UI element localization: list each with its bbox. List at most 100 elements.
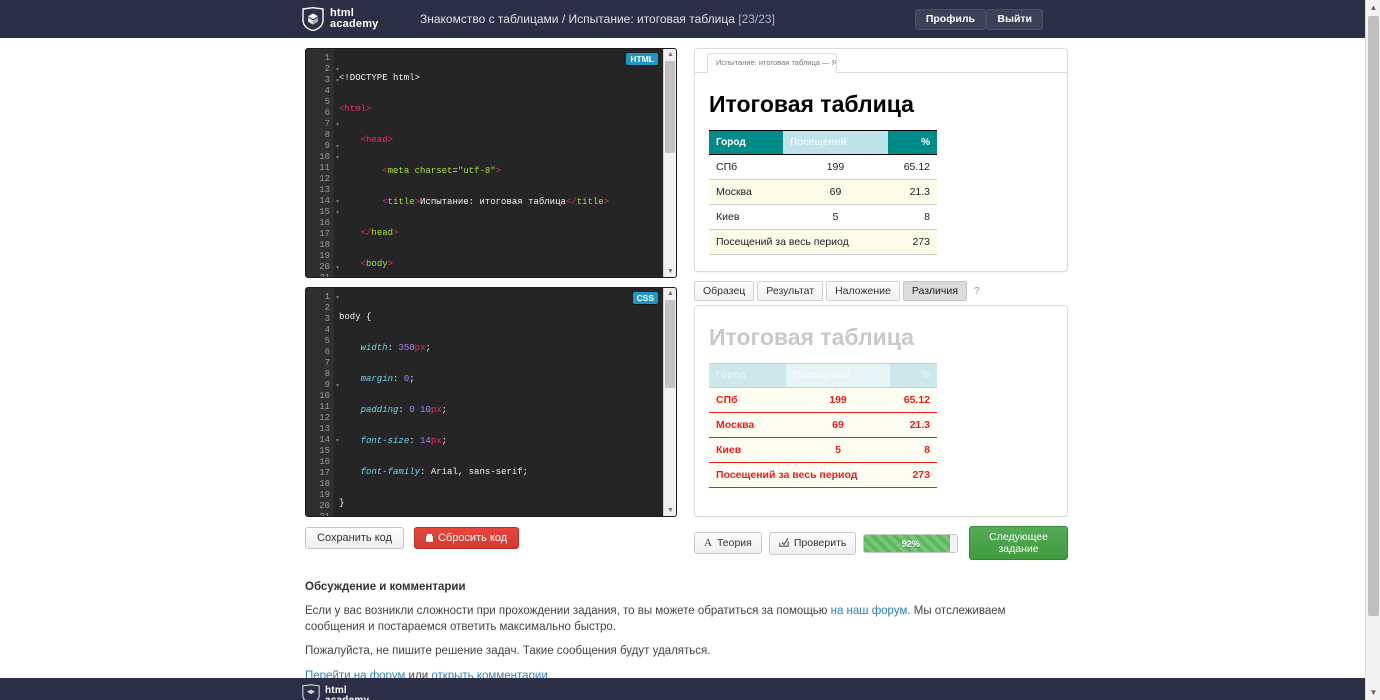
comments-title: Обсуждение и комментарии (305, 581, 466, 593)
progress-label: 92% (901, 538, 920, 549)
html-code-editor[interactable]: 12345 678910 1112131415 161718192021 <!D… (305, 48, 677, 278)
shield-logo-icon (302, 6, 324, 32)
html-language-badge: HTML (626, 53, 658, 65)
reset-code-label: Сбросить код (437, 532, 508, 544)
window-scrollbar-thumb[interactable] (1368, 16, 1379, 616)
cell-percent: 21.3 (890, 412, 937, 438)
html-code-text[interactable]: <!DOCTYPE html> <html> <head> <meta char… (339, 53, 662, 277)
breadcrumb-task: Испытание: итоговая таблица (568, 12, 735, 26)
html-line-numbers: 12345 678910 1112131415 161718192021 (306, 49, 339, 277)
diff-row: СПб 199 65.12 (709, 387, 937, 413)
table-header-row: Город Посещений % (709, 130, 937, 155)
main-content: 12345 678910 1112131415 161718192021 <!D… (0, 38, 1365, 700)
css-line-numbers: 12345 678910 1112131415 161718192021 (306, 288, 339, 516)
th-percent: % (890, 363, 937, 388)
table-total-row: Посещений за весь период 273 (709, 229, 937, 255)
check-button[interactable]: Проверить (768, 531, 857, 555)
cell-visits: 199 (786, 387, 891, 413)
window-scrollbar[interactable]: ▲ ▼ (1365, 0, 1380, 700)
result-table: Город Посещений % СПб 199 65.12 Москва 6… (709, 130, 937, 255)
tab-sample[interactable]: Образец (694, 281, 755, 301)
th-city: Город (709, 363, 786, 388)
tab-differences[interactable]: Различия (902, 281, 967, 301)
cell-percent: 65.12 (890, 387, 937, 413)
cell-visits: 5 (786, 437, 891, 463)
diff-page-title: Итоговая таблица (709, 324, 914, 350)
breadcrumb: Знакомство с таблицами / Испытание: итог… (420, 12, 775, 26)
check-pencil-icon (779, 537, 789, 550)
check-label: Проверить (793, 537, 847, 549)
preview-browser-tab[interactable]: Испытание: итоговая таблица — Я (707, 53, 837, 73)
footer-logo-wordmark: html academy (325, 684, 370, 700)
tab-result[interactable]: Результат (757, 281, 824, 301)
cell-visits: 69 (783, 179, 888, 205)
forum-link-inline[interactable]: на наш форум (831, 605, 908, 617)
breadcrumb-separator: / (558, 12, 569, 26)
comments-section: Обсуждение и комментарии Если у вас возн… (305, 581, 1065, 693)
reset-code-button[interactable]: Сбросить код (413, 527, 520, 549)
css-code-text[interactable]: body { width: 350px; margin: 0; padding:… (339, 292, 662, 516)
comments-paragraph-1: Если у вас возникли сложности при прохож… (305, 604, 1065, 635)
preview-page-title: Итоговая таблица (709, 91, 914, 117)
scroll-down-icon[interactable]: ▼ (664, 266, 676, 277)
site-logo[interactable]: html academy (302, 6, 379, 32)
th-percent: % (887, 130, 937, 155)
diff-total-row: Посещений за весь период 273 (709, 462, 937, 488)
diff-header-row: Город Посещений % (709, 363, 937, 388)
html-editor-scrollbar[interactable]: ▲ ▼ (663, 49, 676, 277)
footer-logo-line-2: academy (325, 694, 370, 700)
table-row: Киев 5 8 (709, 204, 937, 230)
diff-row: Москва 69 21.3 (709, 412, 937, 438)
progress-bar: 92% (863, 533, 959, 553)
css-editor-scrollbar[interactable]: ▲ ▼ (663, 288, 676, 516)
shield-logo-icon (302, 684, 320, 700)
cell-total-value: 273 (890, 462, 937, 488)
result-preview-card: Испытание: итоговая таблица — Я Итоговая… (694, 48, 1068, 272)
help-icon[interactable]: ? (974, 285, 980, 297)
differences-view: Итоговая таблица Город Посещений % СПб 1… (694, 305, 1068, 517)
logo-line-2: academy (330, 18, 379, 30)
profile-button[interactable]: Профиль (914, 9, 986, 30)
footer-logo[interactable]: html academy (302, 684, 369, 700)
logo-wordmark: html academy (330, 8, 379, 30)
comments-p1-before: Если у вас возникли сложности при прохож… (305, 605, 831, 617)
comments-paragraph-2: Пожалуйста, не пишите решение задач. Так… (305, 645, 711, 658)
preview-browser-tabbar: Испытание: итоговая таблица — Я (695, 49, 1067, 73)
css-code-editor[interactable]: 12345 678910 1112131415 161718192021 bod… (305, 287, 677, 517)
theory-button[interactable]: A Теория (694, 532, 762, 554)
page-footer: html academy (0, 678, 1365, 700)
th-visits: Посещений (786, 363, 891, 388)
scroll-down-icon[interactable]: ▼ (1366, 685, 1380, 700)
editor-actions: Сохранить код Сбросить код (305, 527, 677, 549)
cell-percent: 8 (887, 204, 937, 230)
top-header-bar: html academy Знакомство с таблицами / Ис… (0, 0, 1365, 38)
next-task-button[interactable]: Следующее задание (969, 526, 1068, 560)
scroll-up-icon[interactable]: ▲ (664, 49, 676, 60)
cell-total-value: 273 (887, 229, 937, 255)
scrollbar-thumb[interactable] (665, 300, 675, 388)
task-action-bar: A Теория Проверить 92% Следующее задание (694, 526, 1068, 560)
table-row: Москва 69 21.3 (709, 179, 937, 205)
scroll-up-icon[interactable]: ▲ (1366, 0, 1380, 15)
diff-row: Киев 5 8 (709, 437, 937, 463)
cell-total-label: Посещений за весь период (709, 462, 891, 488)
breadcrumb-course[interactable]: Знакомство с таблицами (420, 12, 559, 26)
trash-icon (425, 534, 433, 542)
footer-logo-line-1: html (325, 684, 347, 696)
save-code-button[interactable]: Сохранить код (305, 527, 404, 549)
editor-column: 12345 678910 1112131415 161718192021 <!D… (305, 48, 677, 549)
comparison-tabbar: Образец Результат Наложение Различия ? (694, 281, 1068, 301)
cell-percent: 21.3 (887, 179, 937, 205)
scroll-down-icon[interactable]: ▼ (664, 505, 676, 516)
cell-city: Москва (709, 412, 786, 438)
scroll-up-icon[interactable]: ▲ (664, 288, 676, 299)
cell-city: Киев (709, 204, 784, 230)
cell-total-label: Посещений за весь период (709, 229, 888, 255)
font-letter-icon: A (704, 537, 712, 549)
cell-percent: 8 (890, 437, 937, 463)
preview-column: Испытание: итоговая таблица — Я Итоговая… (694, 48, 1068, 560)
scrollbar-thumb[interactable] (665, 61, 675, 153)
tab-overlay[interactable]: Наложение (826, 281, 900, 301)
css-language-badge: CSS (632, 292, 658, 304)
logout-button[interactable]: Выйти (986, 9, 1043, 30)
